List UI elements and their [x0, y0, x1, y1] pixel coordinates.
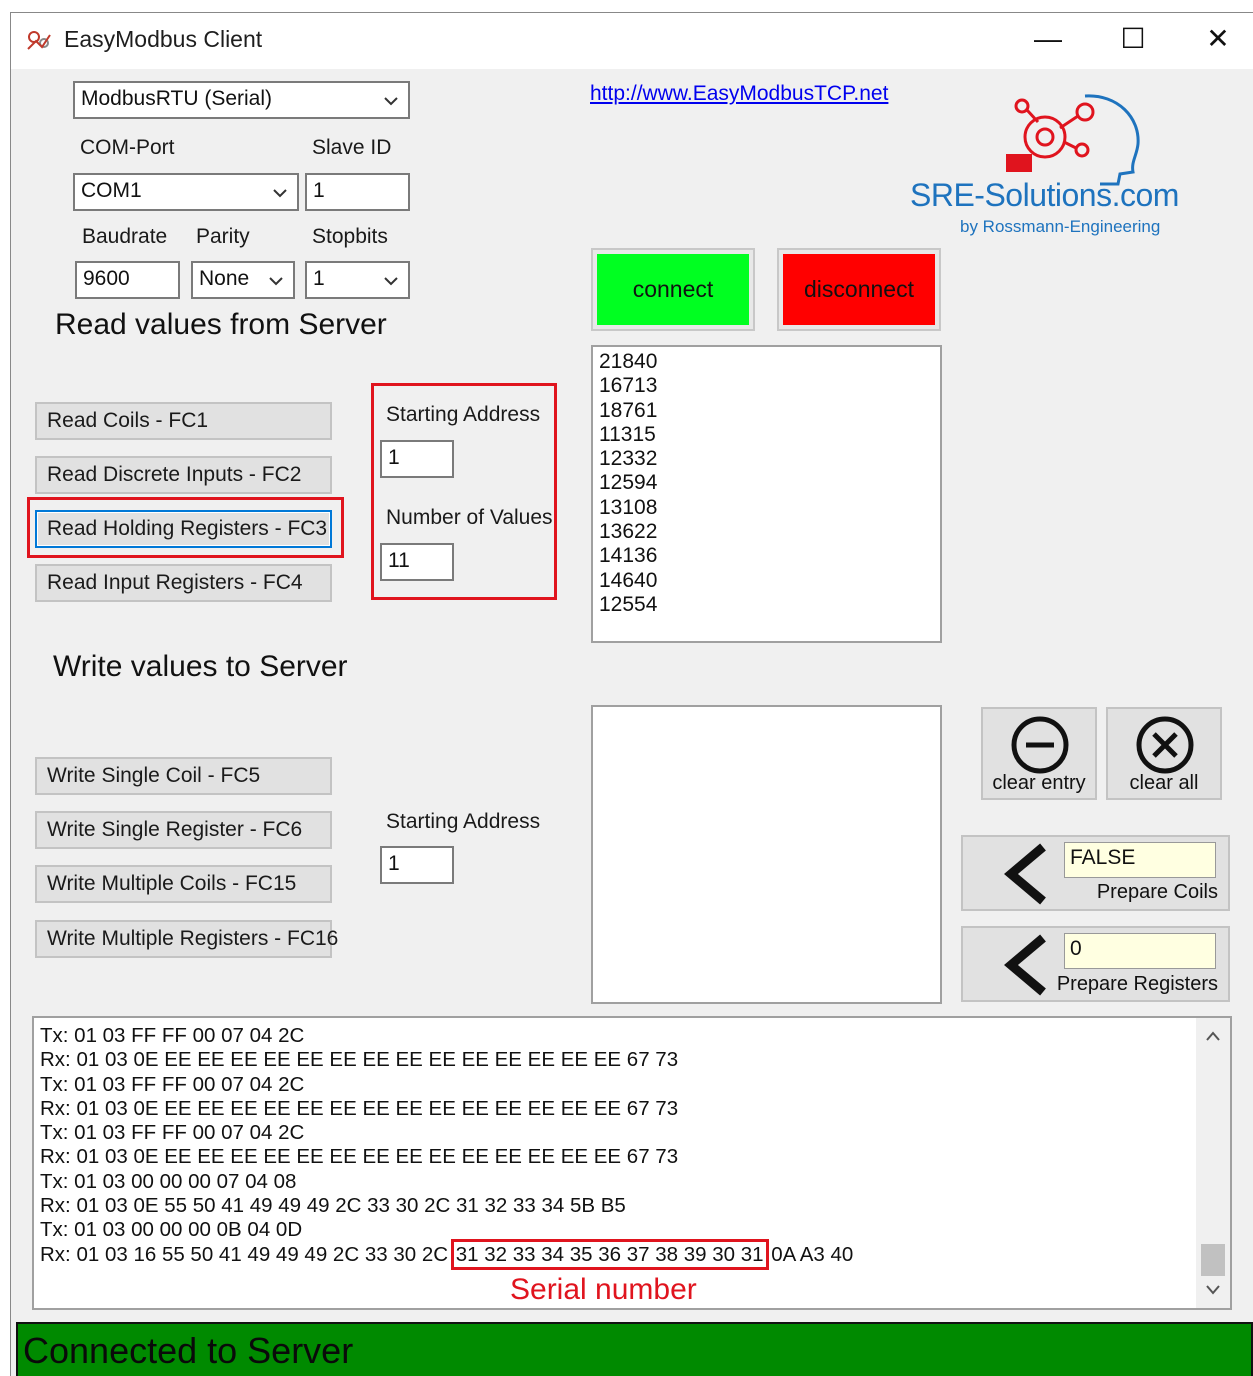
logo-main-text: SRE-Solutions.com [910, 177, 1179, 213]
list-item: 13622 [599, 520, 658, 544]
window-title: EasyModbus Client [64, 26, 263, 52]
parity-select[interactable]: None [191, 261, 295, 299]
list-item: 16713 [599, 374, 658, 398]
read-coils-button[interactable]: Read Coils - FC1 [35, 402, 332, 440]
status-text: Connected to Server [23, 1330, 354, 1371]
list-item: 14136 [599, 544, 658, 568]
log-lines: Tx: 01 03 FF FF 00 07 04 2C Rx: 01 03 0E… [40, 1024, 854, 1270]
prepare-coils-field[interactable]: FALSE [1064, 842, 1216, 878]
prepare-coils-button[interactable]: FALSE Prepare Coils [961, 835, 1230, 911]
log-scrollbar[interactable] [1196, 1018, 1230, 1308]
log-line: Tx: 01 03 FF FF 00 07 04 2C [40, 1072, 305, 1096]
mode-select-value: ModbusRTU (Serial) [81, 87, 272, 110]
write-section-title: Write values to Server [53, 650, 348, 683]
log-textbox[interactable]: Tx: 01 03 FF FF 00 07 04 2C Rx: 01 03 0E… [32, 1016, 1232, 1310]
minus-circle-icon [1011, 716, 1069, 774]
baudrate-field[interactable]: 9600 [75, 261, 180, 299]
close-button[interactable]: ✕ [1188, 22, 1248, 56]
chevron-down-icon [384, 97, 398, 106]
status-bar: Connected to Server [16, 1322, 1253, 1376]
log-line: Rx: 01 03 0E EE EE EE EE EE EE EE EE EE … [40, 1096, 679, 1120]
write-values-list[interactable] [591, 705, 942, 1004]
read-section-title: Read values from Server [55, 308, 387, 341]
log-line: Rx: 01 03 0E EE EE EE EE EE EE EE EE EE … [40, 1048, 679, 1072]
list-item: 21840 [599, 350, 658, 373]
list-item: 18761 [599, 398, 658, 422]
scrollbar-thumb[interactable] [1201, 1244, 1225, 1276]
chevron-down-icon [273, 189, 287, 198]
log-line: Rx: 01 03 0E 55 50 41 49 49 49 2C 33 30 … [40, 1194, 626, 1218]
chevron-left-icon [1004, 934, 1046, 996]
logo-sub-text: by Rossmann-Engineering [960, 217, 1161, 236]
list-item: 11315 [599, 422, 656, 446]
chevron-left-icon [1004, 843, 1046, 905]
log-line: Tx: 01 03 FF FF 00 07 04 2C [40, 1121, 305, 1145]
log-line: Tx: 01 03 FF FF 00 07 04 2C [40, 1024, 305, 1047]
list-item: 12332 [599, 447, 658, 471]
clear-entry-label: clear entry [992, 772, 1086, 794]
write-multiple-coils-button[interactable]: Write Multiple Coils - FC15 [35, 865, 332, 903]
write-starting-address-label: Starting Address [386, 810, 541, 833]
log-line-last: Rx: 01 03 16 55 50 41 49 49 49 2C 33 30 … [40, 1238, 854, 1270]
log-last-suffix: 0A A3 40 [771, 1242, 854, 1266]
chevron-down-icon [384, 277, 398, 286]
clear-entry-button[interactable]: clear entry [981, 707, 1097, 800]
maximize-button[interactable]: ☐ [1103, 22, 1163, 56]
list-item: 13108 [599, 495, 658, 519]
logo-head-icon [1006, 94, 1140, 186]
write-starting-address-field[interactable]: 1 [380, 846, 454, 884]
prepare-registers-field[interactable]: 0 [1064, 933, 1216, 969]
read-starting-address-label: Starting Address [386, 403, 541, 426]
baudrate-label: Baudrate [82, 225, 168, 248]
log-line: Rx: 01 03 0E EE EE EE EE EE EE EE EE EE … [40, 1145, 679, 1169]
prepare-coils-label: Prepare Coils [1096, 881, 1218, 903]
list-item: 12594 [599, 471, 658, 495]
number-of-values-label: Number of Values [386, 506, 553, 529]
connect-button[interactable]: connect [597, 254, 749, 325]
stopbits-select[interactable]: 1 [305, 261, 410, 299]
chevron-down-icon [269, 277, 283, 286]
minimize-button[interactable]: — [1018, 22, 1078, 56]
log-line: Tx: 01 03 00 00 00 07 04 08 [40, 1169, 297, 1193]
parity-value: None [199, 267, 250, 290]
chevron-up-icon[interactable] [1205, 1030, 1221, 1042]
slave-id-label: Slave ID [312, 136, 392, 159]
app-icon [27, 31, 51, 50]
close-circle-icon [1136, 716, 1194, 774]
log-last-prefix: Rx: 01 03 16 55 50 41 49 49 49 2C 33 30 … [40, 1242, 449, 1266]
number-of-values-field[interactable]: 11 [380, 543, 454, 581]
read-discrete-inputs-button[interactable]: Read Discrete Inputs - FC2 [35, 456, 332, 494]
log-line: Tx: 01 03 00 00 00 0B 04 0D [40, 1218, 303, 1242]
write-single-coil-button[interactable]: Write Single Coil - FC5 [35, 757, 332, 795]
mode-select[interactable]: ModbusRTU (Serial) [73, 81, 410, 119]
disconnect-button[interactable]: disconnect [783, 254, 935, 325]
read-starting-address-field[interactable]: 1 [380, 440, 454, 478]
write-single-register-button[interactable]: Write Single Register - FC6 [35, 811, 332, 849]
com-port-value: COM1 [81, 179, 142, 202]
serial-number-annotation: Serial number [510, 1273, 697, 1306]
read-values-list[interactable]: 21840 16713 18761 11315 12332 12594 1310… [591, 345, 942, 643]
chevron-down-icon[interactable] [1205, 1284, 1221, 1296]
serial-number-highlight: 31 32 33 34 35 36 37 38 39 30 31 [450, 1238, 769, 1270]
list-item: 12554 [599, 592, 658, 616]
clear-all-label: clear all [1129, 772, 1199, 794]
com-port-label: COM-Port [80, 136, 175, 159]
stopbits-value: 1 [313, 267, 325, 290]
stopbits-label: Stopbits [312, 225, 388, 248]
parity-label: Parity [196, 225, 250, 248]
clear-all-button[interactable]: clear all [1106, 707, 1222, 800]
list-item: 14640 [599, 568, 658, 592]
com-port-select[interactable]: COM1 [73, 173, 299, 211]
website-link[interactable]: http://www.EasyModbusTCP.net [590, 82, 888, 106]
read-input-registers-button[interactable]: Read Input Registers - FC4 [35, 564, 332, 602]
prepare-registers-button[interactable]: 0 Prepare Registers [961, 926, 1230, 1002]
prepare-registers-label: Prepare Registers [1056, 973, 1218, 995]
slave-id-field[interactable]: 1 [305, 173, 410, 211]
read-holding-registers-button[interactable]: Read Holding Registers - FC3 [35, 510, 332, 548]
write-multiple-registers-button[interactable]: Write Multiple Registers - FC16 [35, 920, 338, 958]
